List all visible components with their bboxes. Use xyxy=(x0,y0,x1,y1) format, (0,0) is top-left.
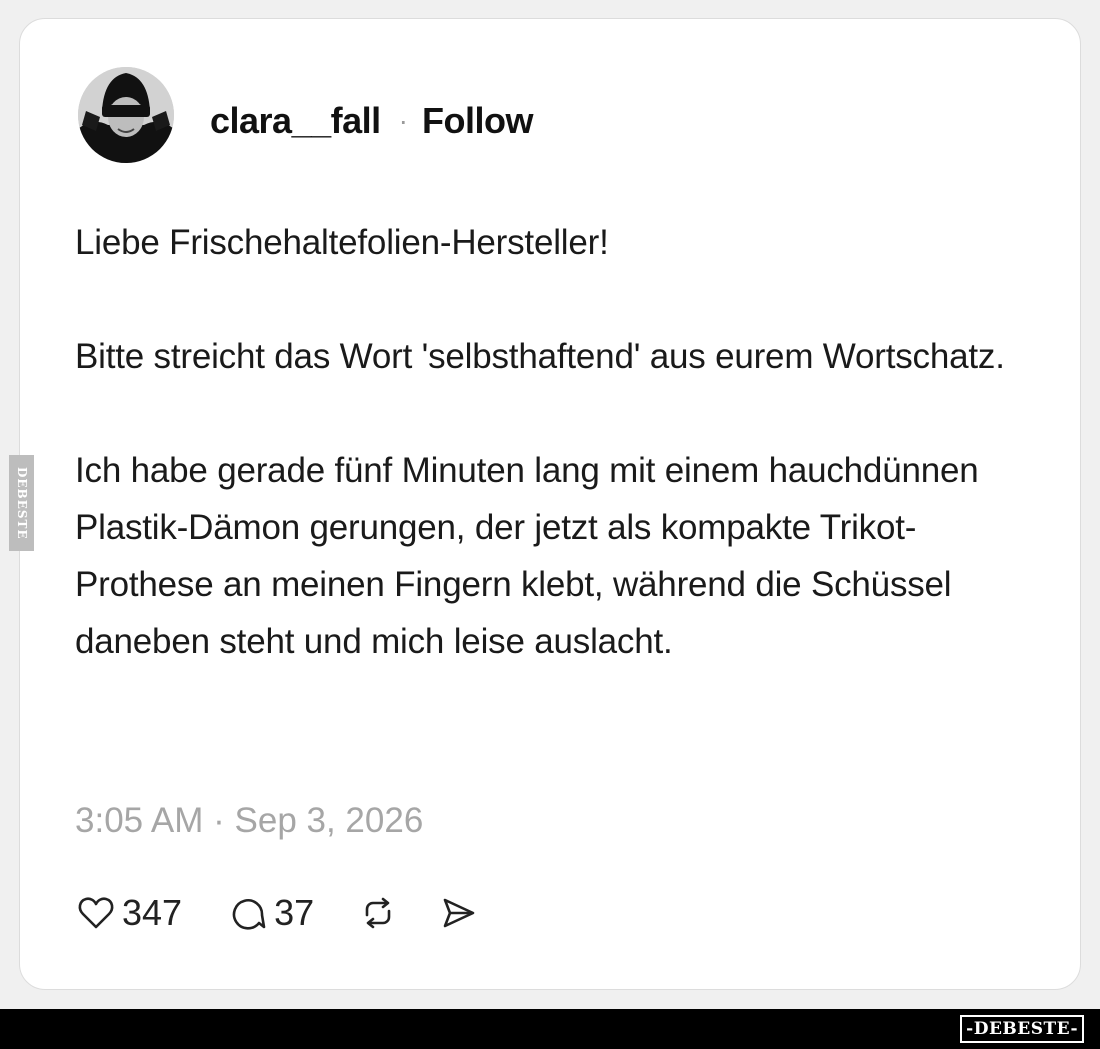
post-card: clara__fall · Follow Liebe Frischehaltef… xyxy=(19,18,1081,990)
action-bar: 347 37 xyxy=(76,889,478,937)
follow-button[interactable]: Follow xyxy=(422,100,533,142)
avatar-image xyxy=(78,67,174,163)
post-paragraph-3: Ich habe gerade fünf Minuten lang mit ei… xyxy=(75,451,979,661)
username[interactable]: clara__fall xyxy=(210,100,381,142)
post-paragraph-1: Liebe Frischehaltefolien-Hersteller! xyxy=(75,223,609,262)
like-count: 347 xyxy=(122,892,183,933)
watermark-logo: -DEBESTE- xyxy=(960,1015,1084,1043)
comment-count: 37 xyxy=(274,892,315,933)
comment-icon xyxy=(232,899,266,930)
header-separator: · xyxy=(398,105,408,136)
repost-icon xyxy=(365,897,391,929)
post-body: Liebe Frischehaltefolien-Hersteller! Bit… xyxy=(75,214,1035,670)
comment-button[interactable]: 37 xyxy=(228,892,314,934)
bottom-bar: -DEBESTE- xyxy=(0,1009,1100,1049)
like-button[interactable]: 347 xyxy=(76,892,182,934)
post-header: clara__fall · Follow xyxy=(210,97,533,145)
avatar[interactable] xyxy=(78,67,174,163)
repost-button[interactable] xyxy=(358,893,398,933)
side-watermark: DEBESTE xyxy=(9,455,34,551)
post-timestamp[interactable]: 3:05 AM · Sep 3, 2026 xyxy=(75,801,423,841)
share-icon xyxy=(443,898,475,928)
share-button[interactable] xyxy=(438,893,478,933)
post-paragraph-2: Bitte streicht das Wort 'selbsthaftend' … xyxy=(75,337,1005,376)
heart-icon xyxy=(78,897,114,929)
